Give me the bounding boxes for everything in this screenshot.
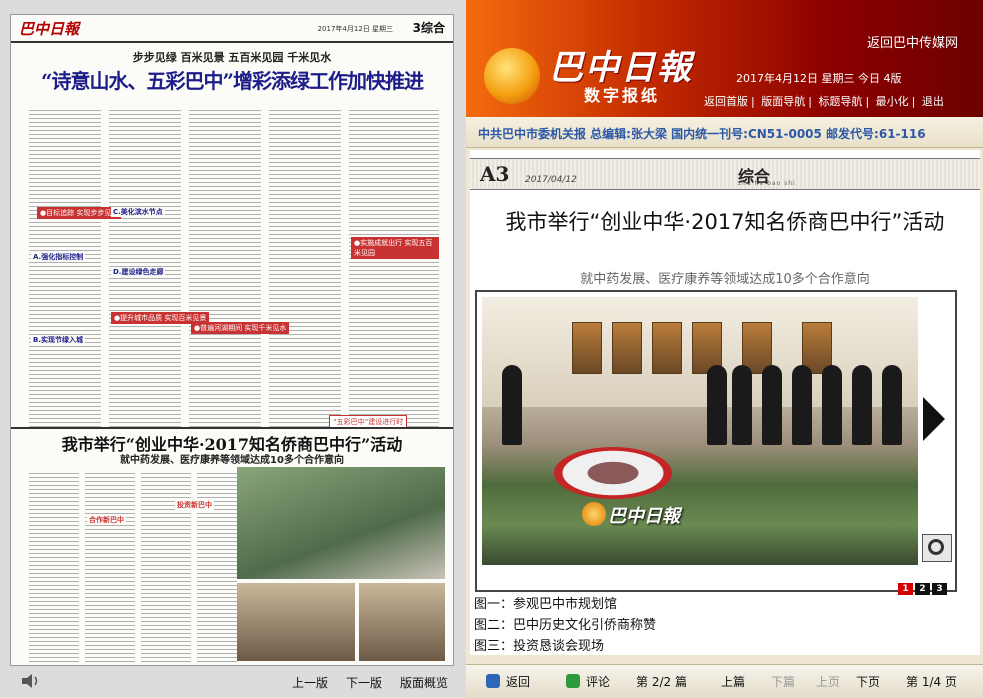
person-figure	[732, 365, 752, 445]
page-position: 第 1/4 页	[906, 675, 957, 689]
masthead: 巴中日報 2017年4月12日 星期三 3综合	[11, 15, 453, 43]
story1-subhead: A.强化指标控制	[31, 252, 86, 262]
story1-tag: ●实施成就出行 实现五百米见园	[351, 237, 439, 259]
story1-subhead: D.建设绿色走廊	[111, 267, 166, 277]
next-page-link[interactable]: 下一版	[346, 674, 382, 691]
header-nav: 返回首版 | 版面导航 | 标题导航 | 最小化 | 退出	[704, 95, 944, 108]
wall-frame	[652, 322, 682, 374]
back-button[interactable]: 返回	[506, 673, 530, 690]
photo-captions: 图一：参观巴中市规划馆 图二：巴中历史文化引侨商称赞 图三：投资恳谈会现场	[470, 594, 980, 657]
nav-first-page[interactable]: 返回首版	[704, 95, 748, 108]
article-title: 我市举行“创业中华·2017知名侨商巴中行”活动	[505, 210, 945, 234]
caption-1: 图一：参观巴中市规划馆	[474, 597, 618, 612]
newspaper-panel: 巴中日報 2017年4月12日 星期三 3综合 步步见绿 百米见景 五百米见园 …	[0, 0, 466, 697]
nav-title-navigation[interactable]: 标题导航	[818, 95, 862, 108]
prev-page-button[interactable]: 上页	[816, 673, 840, 690]
story2-photo-1[interactable]	[237, 467, 445, 579]
prev-page-link[interactable]: 上一版	[292, 674, 328, 691]
comment-icon[interactable]	[566, 674, 580, 688]
back-arrow-icon[interactable]	[486, 674, 500, 688]
page-strip: A3 2017/04/12 综合 zhu he bao shi	[470, 158, 980, 190]
story1-tag: ●普遍河湖期间 实现千米见水	[191, 322, 290, 334]
caption-3: 图三：投资恳谈会现场	[474, 639, 605, 654]
nav-exit[interactable]: 退出	[922, 95, 944, 108]
photo-watermark: 巴中日報	[608, 506, 680, 527]
page-date: 2017/04/12	[525, 175, 577, 185]
page-code: A3	[480, 162, 510, 186]
wall-frame	[612, 322, 642, 374]
article-view: A3 2017/04/12 综合 zhu he bao shi 我市举行“创业中…	[470, 150, 980, 655]
story1-kicker: 步步见绿 百米见景 五百米见园 千米见水	[132, 51, 332, 64]
story1-subhead: C.美化滨水节点	[111, 207, 165, 217]
wall-frame	[572, 322, 602, 374]
story2-photo-3[interactable]	[359, 583, 445, 661]
person-figure	[792, 365, 812, 445]
person-figure	[502, 365, 522, 445]
zoom-magnifier-icon[interactable]	[922, 534, 952, 562]
person-figure	[707, 365, 727, 445]
page-overview-link[interactable]: 版面概览	[400, 674, 448, 691]
publication-info-bar: 中共巴中市委机关报 总编辑:张大梁 国内统一刊号:CN51-0005 邮发代号:…	[466, 117, 983, 148]
masthead-section: 3综合	[412, 21, 445, 35]
stadium-model	[554, 447, 672, 499]
photo-pager: 123	[898, 576, 949, 595]
issue-info: 2017年4月12日 星期三 今日 4版	[736, 72, 902, 85]
prev-article-button[interactable]: 上篇	[721, 673, 745, 690]
story1-subhead: B.实现节绿入城	[31, 335, 85, 345]
next-article-button[interactable]: 下篇	[771, 673, 795, 690]
person-figure	[822, 365, 842, 445]
person-figure	[762, 365, 782, 445]
story1-tag: ●目标追踪 实现步步见绿	[37, 207, 122, 219]
nav-minimize[interactable]: 最小化	[876, 95, 909, 108]
page-nav-bar: 上一版 下一版 版面概览	[0, 664, 466, 697]
next-page-button[interactable]: 下页	[856, 673, 880, 690]
nav-page-navigation[interactable]: 版面导航	[761, 95, 805, 108]
comment-button[interactable]: 评论	[586, 673, 610, 690]
reader-panel: 巴中日報 数字报纸 返回巴中传媒网 2017年4月12日 星期三 今日 4版 返…	[466, 0, 983, 697]
story2-subhead: 合作新巴中	[87, 515, 126, 525]
text-column	[269, 107, 341, 427]
story2-subhead: 投资新巴中	[175, 500, 214, 510]
publication-info: 中共巴中市委机关报 总编辑:张大梁 国内统一刊号:CN51-0005 邮发代号:…	[478, 127, 926, 141]
story2-photo-2[interactable]	[237, 583, 355, 661]
text-column	[189, 107, 261, 427]
logo-emblem-icon	[484, 48, 540, 104]
story2-subheadline: 就中药发展、医疗康养等领域达成10多个合作意向	[120, 455, 344, 466]
next-photo-arrow-icon[interactable]	[923, 397, 945, 441]
story1-headline[interactable]: “诗意山水、五彩巴中”增彩添绿工作加快推进	[11, 65, 453, 94]
reader-toolbar: 返回 评论 第 2/2 篇 上篇 下篇 上页 下页 第 1/4 页	[466, 664, 983, 698]
person-figure	[852, 365, 872, 445]
back-to-portal-link[interactable]: 返回巴中传媒网	[867, 32, 958, 51]
text-column	[349, 107, 439, 427]
story1-columns: ●目标追踪 实现步步见绿 ●提升城市品质 实现百米见景 ●普遍河湖期间 实现千米…	[29, 107, 439, 429]
watermark-emblem-icon	[582, 502, 606, 526]
masthead-date: 2017年4月12日 星期三	[317, 25, 393, 33]
text-column	[29, 107, 101, 427]
site-header: 巴中日報 数字报纸 返回巴中传媒网 2017年4月12日 星期三 今日 4版 返…	[466, 0, 983, 117]
masthead-logo: 巴中日報	[19, 20, 80, 38]
caption-2: 图二：巴中历史文化引侨商称赞	[474, 618, 657, 633]
article-position: 第 2/2 篇	[636, 675, 687, 689]
speaker-icon[interactable]	[20, 672, 42, 690]
site-logo-subtitle: 数字报纸	[584, 86, 661, 105]
article-photo[interactable]: 巴中日報	[482, 297, 918, 565]
person-figure	[882, 365, 902, 445]
newspaper-page[interactable]: 巴中日報 2017年4月12日 星期三 3综合 步步见绿 百米见景 五百米见园 …	[10, 14, 454, 666]
text-column	[85, 470, 135, 665]
article-subtitle: 就中药发展、医疗康养等领域达成10多个合作意向	[580, 272, 870, 287]
page-section-pinyin: zhu he bao shi	[738, 180, 796, 187]
text-column	[29, 470, 79, 665]
photo-viewer: 巴中日報 123	[475, 290, 957, 595]
